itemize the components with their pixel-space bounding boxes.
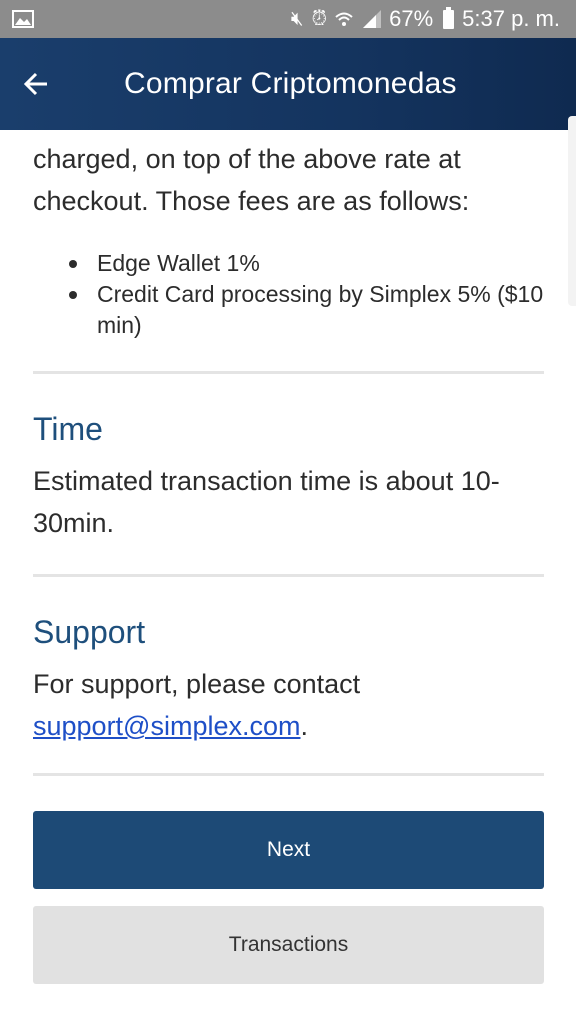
status-left	[12, 10, 34, 28]
divider	[33, 773, 544, 776]
status-right: 🔇︎ ⏰︎ 67% 5:37 p. m.	[291, 6, 560, 32]
divider	[33, 574, 544, 577]
next-button[interactable]: Next	[33, 811, 544, 889]
fees-list: Edge Wallet 1% Credit Card processing by…	[33, 248, 544, 341]
alarm-icon: ⏰︎	[311, 8, 328, 30]
wifi-icon	[335, 12, 353, 26]
time-section-title: Time	[33, 411, 103, 447]
gallery-notification-icon	[12, 10, 34, 28]
support-email-link[interactable]: support@simplex.com	[33, 711, 301, 741]
time-section-body: Estimated transaction time is about 10-3…	[33, 466, 500, 538]
page-title: Comprar Criptomonedas	[124, 67, 457, 100]
transactions-button[interactable]: Transactions	[33, 906, 544, 984]
scroll-indicator	[568, 116, 576, 306]
mute-icon: 🔇︎	[290, 8, 304, 30]
arrow-left-icon	[23, 72, 47, 96]
back-button[interactable]	[0, 38, 72, 130]
support-suffix: .	[300, 711, 309, 741]
support-section-body: For support, please contact support@simp…	[33, 663, 544, 747]
battery-icon	[443, 6, 455, 29]
fees-intro: charged, on top of the above rate at che…	[33, 144, 470, 216]
battery-percent: 67%	[389, 6, 434, 31]
support-section-title: Support	[33, 614, 146, 650]
divider	[33, 371, 544, 374]
status-bar: 🔇︎ ⏰︎ 67% 5:37 p. m.	[0, 0, 576, 38]
info-content: charged, on top of the above rate at che…	[33, 130, 544, 776]
support-text: For support, please contact	[33, 669, 361, 699]
clock: 5:37 p. m.	[462, 6, 560, 31]
list-item: Edge Wallet 1%	[63, 248, 544, 279]
list-item: Credit Card processing by Simplex 5% ($1…	[63, 279, 544, 341]
signal-icon	[363, 10, 382, 28]
app-bar: Comprar Criptomonedas	[0, 38, 576, 130]
